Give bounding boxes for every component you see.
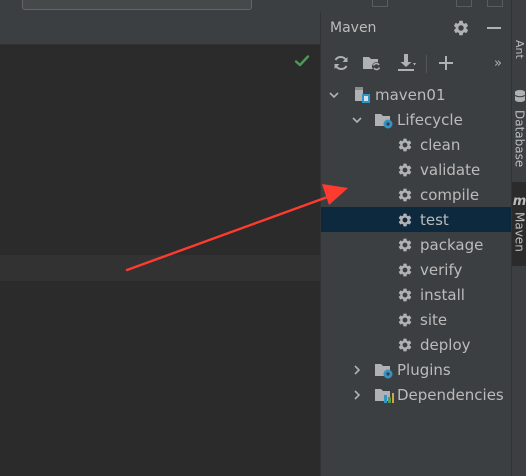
lifecycle-phase-verify[interactable]: verify <box>321 257 511 282</box>
current-line-highlight <box>0 255 321 281</box>
lifecycle-phase-label: compile <box>420 185 480 204</box>
lifecycle-phase-label: clean <box>420 135 461 154</box>
window-top-strip <box>321 0 511 12</box>
maven-toolbar: » <box>321 48 511 78</box>
lifecycle-phase-site[interactable]: site <box>321 307 511 332</box>
tab-ant-label: Ant <box>513 40 526 59</box>
editor-area[interactable] <box>0 0 321 476</box>
check-icon <box>293 52 311 70</box>
gear-icon <box>395 136 415 154</box>
dependencies-folder-icon <box>374 386 394 404</box>
lifecycle-phase-deploy[interactable]: deploy <box>321 332 511 357</box>
panel-title: Maven <box>330 20 377 36</box>
tab-maven[interactable]: m Maven <box>512 182 526 266</box>
search-field[interactable] <box>22 0 252 10</box>
tab-database[interactable]: Database <box>512 88 526 167</box>
generate-sources-icon[interactable] <box>361 52 383 74</box>
chevron-down-icon[interactable] <box>328 89 340 101</box>
lifecycle-phase-label: verify <box>420 260 463 279</box>
lifecycle-phase-label: install <box>420 285 465 304</box>
lifecycle-phase-install[interactable]: install <box>321 282 511 307</box>
chevron-right-icon[interactable] <box>351 389 363 401</box>
gear-icon <box>395 186 415 204</box>
download-icon[interactable] <box>394 52 418 74</box>
tab-maven-label: Maven <box>512 212 526 252</box>
gear-icon <box>395 336 415 354</box>
toolbar-separator <box>426 55 427 73</box>
lifecycle-phase-clean[interactable]: clean <box>321 132 511 157</box>
tree-item-lifecycle[interactable]: Lifecycle <box>321 107 511 132</box>
lifecycle-phase-test[interactable]: test <box>321 207 511 232</box>
right-tool-stripe: Ant Database m Maven <box>511 0 526 476</box>
more-icon[interactable]: » <box>489 52 507 74</box>
lifecycle-phase-label: test <box>420 210 449 229</box>
chevron-down-icon[interactable] <box>351 114 363 126</box>
editor-tab-strip <box>0 12 321 45</box>
database-icon <box>514 88 526 107</box>
gear-icon <box>395 286 415 304</box>
tree-item-label: Dependencies <box>397 385 504 404</box>
lifecycle-phase-compile[interactable]: compile <box>321 182 511 207</box>
lifecycle-folder-icon <box>374 111 394 129</box>
maven-project-icon <box>352 86 372 104</box>
maven-tool-window: Maven » maven01 Lifecycle clean validate… <box>321 12 511 476</box>
gear-icon[interactable] <box>451 18 471 38</box>
toolbar-icon[interactable] <box>487 0 503 7</box>
lifecycle-phase-validate[interactable]: validate <box>321 157 511 182</box>
lifecycle-phase-label: site <box>420 310 448 329</box>
toolbar-icon[interactable] <box>372 0 388 7</box>
lifecycle-phase-label: deploy <box>420 335 471 354</box>
plugins-folder-icon <box>374 361 394 379</box>
tree-item-label: Lifecycle <box>397 110 463 129</box>
gear-icon <box>395 161 415 179</box>
gear-icon <box>395 211 415 229</box>
tree-item-plugins[interactable]: Plugins <box>321 357 511 382</box>
tree-item-label: Plugins <box>397 360 451 379</box>
gear-icon <box>395 236 415 254</box>
tab-database-label: Database <box>512 110 526 168</box>
maven-icon: m <box>512 194 526 209</box>
editor-top-bar <box>0 0 321 12</box>
lifecycle-phase-package[interactable]: package <box>321 232 511 257</box>
tree-item-label: maven01 <box>375 85 446 104</box>
gear-icon <box>395 261 415 279</box>
toolbar-icon[interactable] <box>456 0 472 7</box>
lifecycle-phase-label: validate <box>420 160 481 179</box>
lifecycle-phase-label: package <box>420 235 484 254</box>
tree-item-dependencies[interactable]: Dependencies <box>321 382 511 407</box>
reload-icon[interactable] <box>330 52 352 74</box>
minus-icon[interactable] <box>484 18 504 38</box>
chevron-right-icon[interactable] <box>351 364 363 376</box>
tree-item-maven01[interactable]: maven01 <box>321 82 511 107</box>
panel-header: Maven <box>321 12 511 44</box>
gear-icon <box>395 311 415 329</box>
tab-ant[interactable]: Ant <box>512 40 526 59</box>
add-icon[interactable] <box>435 52 457 74</box>
